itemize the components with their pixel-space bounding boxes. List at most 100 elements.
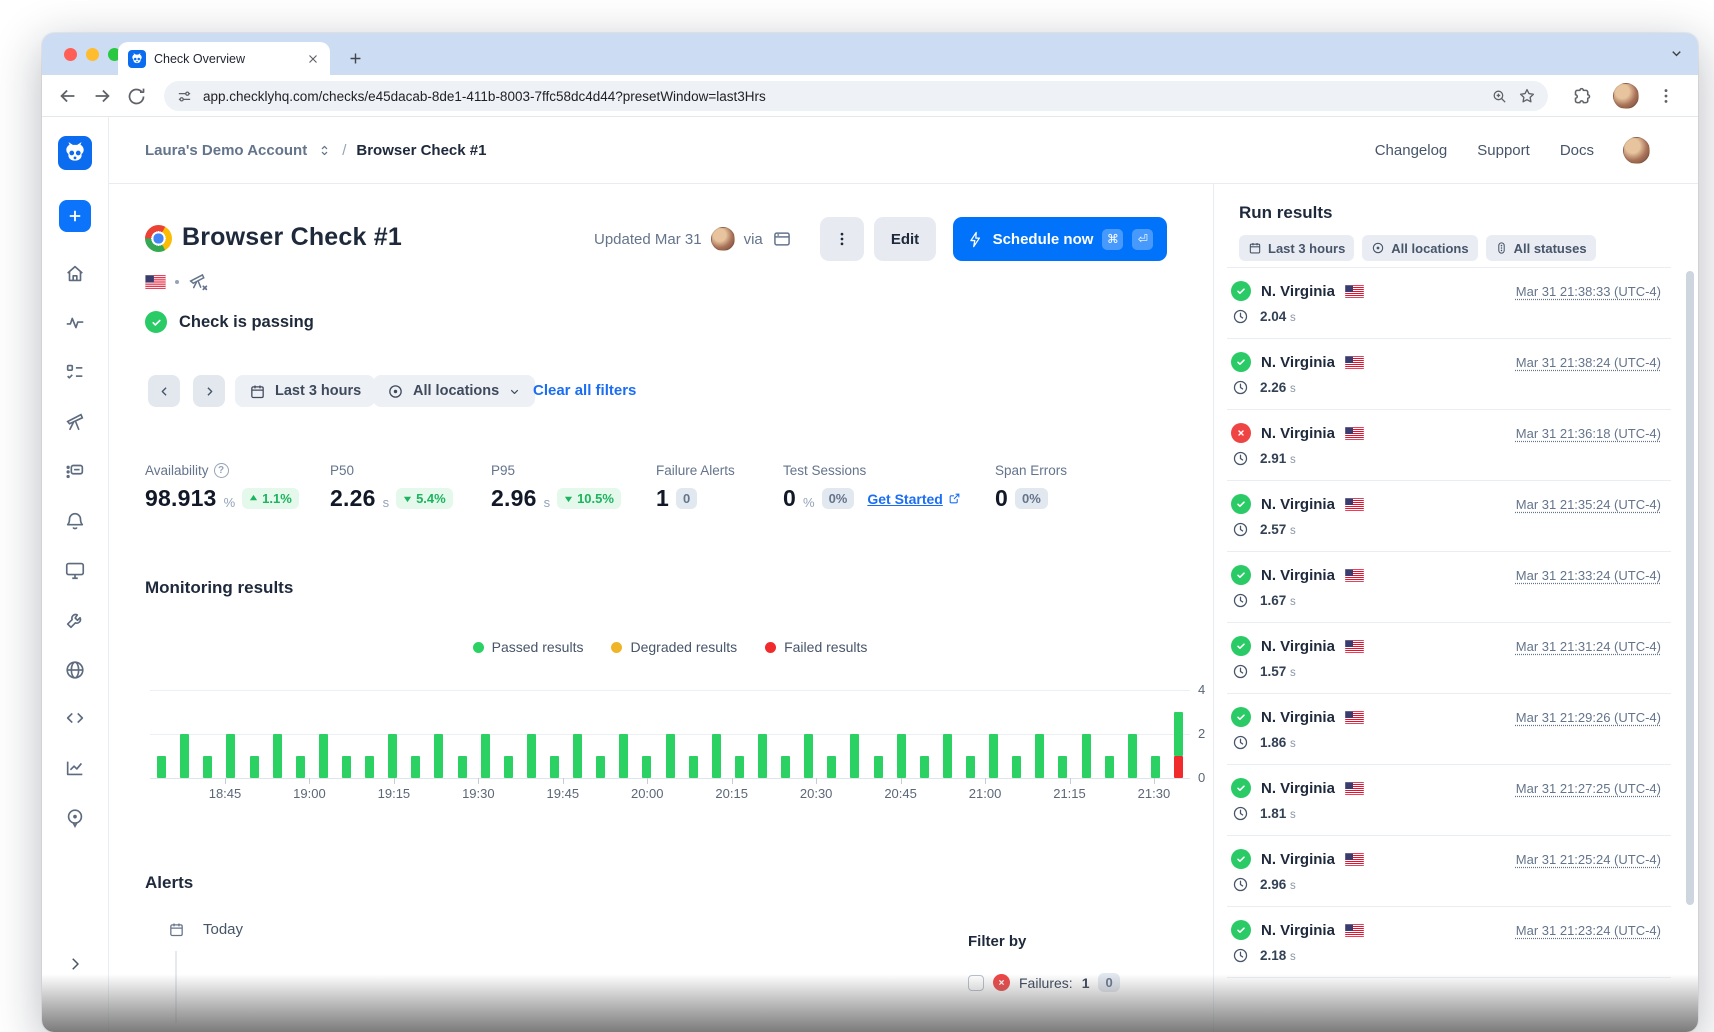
failed-bar[interactable]	[1174, 756, 1183, 778]
tab-close-icon[interactable]	[306, 52, 320, 66]
cli-code-icon[interactable]	[64, 707, 86, 729]
maintenance-wrench-icon[interactable]	[64, 609, 86, 631]
passed-bar[interactable]	[319, 734, 328, 778]
run-result-row[interactable]: N. Virginia Mar 31 21:38:33 (UTC-4) 2.04…	[1227, 268, 1671, 339]
passed-bar[interactable]	[689, 756, 698, 778]
chrome-menu-icon[interactable]	[1654, 84, 1678, 108]
schedule-now-button[interactable]: Schedule now ⌘ ⏎	[953, 217, 1167, 261]
run-result-row[interactable]: N. Virginia Mar 31 21:38:24 (UTC-4) 2.26…	[1227, 339, 1671, 410]
passed-bar[interactable]	[250, 756, 259, 778]
passed-bar[interactable]	[1128, 734, 1137, 778]
run-timestamp-link[interactable]: Mar 31 21:27:25 (UTC-4)	[1516, 781, 1661, 796]
site-settings-icon[interactable]	[176, 88, 193, 105]
locations-filter[interactable]: All locations	[373, 375, 535, 407]
account-switcher[interactable]: Laura's Demo Account	[145, 142, 307, 159]
telescope-icon[interactable]	[64, 410, 86, 432]
run-results-scrollbar[interactable]	[1686, 271, 1694, 905]
passed-bar[interactable]	[157, 756, 166, 778]
run-timestamp-link[interactable]: Mar 31 21:33:24 (UTC-4)	[1516, 568, 1661, 583]
monitoring-bar-chart[interactable]	[150, 690, 1190, 778]
prev-time-window-button[interactable]	[148, 375, 180, 407]
passed-bar[interactable]	[527, 734, 536, 778]
get-started-link[interactable]: Get Started	[867, 491, 960, 507]
nav-changelog[interactable]: Changelog	[1375, 142, 1448, 159]
dashboards-icon[interactable]	[64, 559, 86, 581]
nav-docs[interactable]: Docs	[1560, 142, 1594, 159]
back-button[interactable]	[56, 84, 80, 108]
home-icon[interactable]	[64, 263, 86, 285]
passed-bar[interactable]	[203, 756, 212, 778]
check-options-kebab-button[interactable]	[820, 217, 864, 261]
analytics-icon[interactable]	[64, 757, 86, 779]
checkly-logo[interactable]	[58, 136, 92, 170]
run-timestamp-link[interactable]: Mar 31 21:29:26 (UTC-4)	[1516, 710, 1661, 725]
passed-bar[interactable]	[550, 756, 559, 778]
passed-bar[interactable]	[666, 734, 675, 778]
passed-bar[interactable]	[735, 756, 744, 778]
traffic-light-close[interactable]	[64, 48, 77, 61]
failures-checkbox[interactable]	[968, 975, 984, 991]
run-result-row[interactable]: N. Virginia Mar 31 21:23:24 (UTC-4) 2.18…	[1227, 907, 1671, 978]
run-timestamp-link[interactable]: Mar 31 21:35:24 (UTC-4)	[1516, 497, 1661, 512]
passed-bar[interactable]	[365, 756, 374, 778]
private-locations-icon[interactable]	[64, 807, 86, 829]
chip-time-range[interactable]: Last 3 hours	[1239, 235, 1354, 261]
chip-locations[interactable]: All locations	[1362, 235, 1477, 261]
checks-icon[interactable]	[64, 361, 86, 383]
sidebar-expand-chevron[interactable]	[66, 955, 84, 973]
passed-bar[interactable]	[966, 756, 975, 778]
run-timestamp-link[interactable]: Mar 31 21:25:24 (UTC-4)	[1516, 852, 1661, 867]
passed-bar[interactable]	[273, 734, 282, 778]
passed-bar[interactable]	[758, 734, 767, 778]
run-timestamp-link[interactable]: Mar 31 21:31:24 (UTC-4)	[1516, 639, 1661, 654]
passed-bar[interactable]	[619, 734, 628, 778]
clear-all-filters-link[interactable]: Clear all filters	[533, 382, 636, 399]
passed-bar[interactable]	[573, 734, 582, 778]
run-result-row[interactable]: N. Virginia Mar 31 21:27:25 (UTC-4) 1.81…	[1227, 765, 1671, 836]
chip-statuses[interactable]: All statuses	[1486, 235, 1596, 261]
new-tab-button[interactable]	[342, 45, 368, 71]
passed-bar[interactable]	[943, 734, 952, 778]
run-timestamp-link[interactable]: Mar 31 21:38:33 (UTC-4)	[1516, 284, 1661, 299]
tab-search-chevron-icon[interactable]	[1669, 46, 1684, 61]
next-time-window-button[interactable]	[193, 375, 225, 407]
passed-bar[interactable]	[1012, 756, 1021, 778]
passed-bar[interactable]	[642, 756, 651, 778]
edit-button[interactable]: Edit	[874, 217, 936, 261]
passed-bar[interactable]	[388, 734, 397, 778]
browser-tab[interactable]: Check Overview	[118, 42, 330, 75]
run-result-row[interactable]: N. Virginia Mar 31 21:25:24 (UTC-4) 2.96…	[1227, 836, 1671, 907]
run-result-row[interactable]: N. Virginia Mar 31 21:29:26 (UTC-4) 1.86…	[1227, 694, 1671, 765]
passed-bar[interactable]	[1105, 756, 1114, 778]
passed-bar[interactable]	[296, 756, 305, 778]
nav-support[interactable]: Support	[1477, 142, 1530, 159]
browser-profile-avatar[interactable]	[1613, 83, 1639, 109]
passed-bar[interactable]	[920, 756, 929, 778]
create-new-button[interactable]	[59, 200, 91, 232]
run-timestamp-link[interactable]: Mar 31 21:36:18 (UTC-4)	[1516, 426, 1661, 441]
passed-bar[interactable]	[342, 756, 351, 778]
traffic-light-minimize[interactable]	[86, 48, 99, 61]
run-timestamp-link[interactable]: Mar 31 21:38:24 (UTC-4)	[1516, 355, 1661, 370]
status-pages-globe-icon[interactable]	[64, 659, 86, 681]
passed-bar[interactable]	[226, 734, 235, 778]
run-result-row[interactable]: N. Virginia Mar 31 21:36:18 (UTC-4) 2.91…	[1227, 410, 1671, 481]
passed-bar[interactable]	[1151, 756, 1160, 778]
passed-bar[interactable]	[411, 756, 420, 778]
passed-bar[interactable]	[850, 734, 859, 778]
passed-bar[interactable]	[989, 734, 998, 778]
alerts-bell-icon[interactable]	[64, 510, 86, 532]
run-result-row[interactable]: N. Virginia Mar 31 21:31:24 (UTC-4) 1.57…	[1227, 623, 1671, 694]
passed-bar[interactable]	[481, 734, 490, 778]
extensions-icon[interactable]	[1570, 84, 1594, 108]
activity-icon[interactable]	[64, 312, 86, 334]
time-range-filter[interactable]: Last 3 hours	[235, 375, 375, 407]
passed-bar[interactable]	[458, 756, 467, 778]
updated-by-avatar[interactable]	[711, 227, 735, 251]
runners-icon[interactable]	[64, 460, 86, 482]
passed-bar[interactable]	[804, 734, 813, 778]
passed-bar[interactable]	[1174, 712, 1183, 756]
user-avatar[interactable]	[1623, 137, 1650, 164]
passed-bar[interactable]	[504, 756, 513, 778]
passed-bar[interactable]	[827, 756, 836, 778]
